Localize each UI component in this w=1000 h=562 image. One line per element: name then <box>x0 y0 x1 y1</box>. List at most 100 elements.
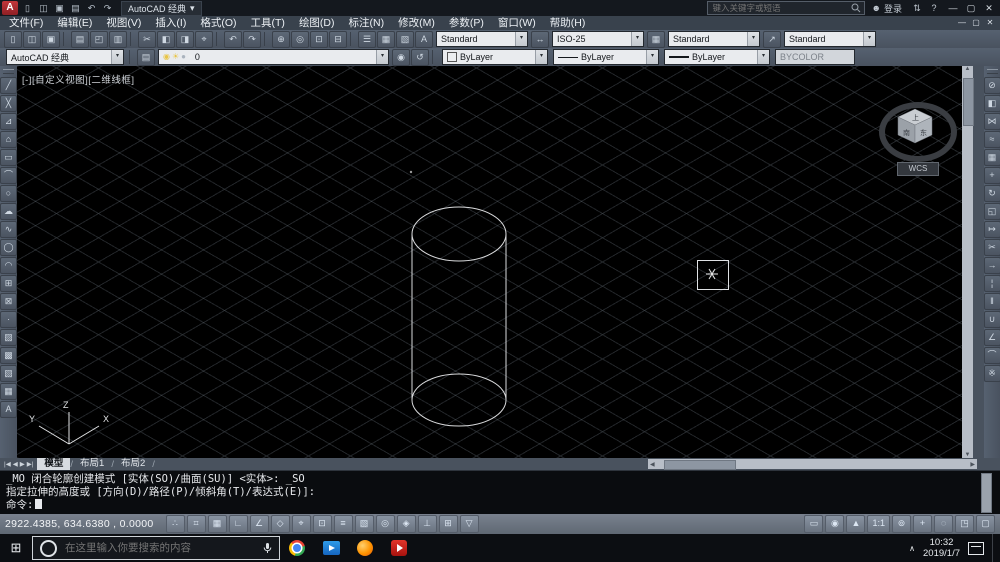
polygon-icon[interactable]: ⌂ <box>0 131 17 148</box>
next-tab-icon[interactable]: ▶ <box>20 460 25 468</box>
viewcube[interactable]: 上 南 东 <box>897 108 933 144</box>
tray-chevron-up-icon[interactable]: ∧ <box>909 544 915 553</box>
annotation-visibility-icon[interactable]: ◉ <box>825 515 845 533</box>
prev-tab-icon[interactable]: ◀ <box>13 460 18 468</box>
copy-clip-icon[interactable]: ◧ <box>157 30 175 48</box>
erase-icon[interactable]: ⊘ <box>983 77 1000 94</box>
microphone-icon[interactable] <box>263 542 272 554</box>
open-icon[interactable]: ◫ <box>23 30 41 48</box>
qat-save-icon[interactable]: ▣ <box>52 1 67 15</box>
chevron-down-icon[interactable]: ▾ <box>863 32 875 46</box>
chevron-down-icon[interactable]: ▾ <box>631 32 643 46</box>
command-input-line[interactable]: 命令: <box>6 499 994 512</box>
doc-close-icon[interactable]: ✕ <box>983 16 997 30</box>
fillet-icon[interactable]: ⌒ <box>983 347 1000 364</box>
properties-palette-icon[interactable]: ☰ <box>358 30 376 48</box>
firefox-taskbar-button[interactable] <box>348 534 382 562</box>
minimize-icon[interactable]: — <box>944 1 962 15</box>
layer-lock-icon[interactable]: ● <box>181 51 186 63</box>
rectangle-icon[interactable]: ▭ <box>0 149 17 166</box>
vertical-scroll-thumb[interactable] <box>963 78 974 126</box>
annotation-autoscale-icon[interactable]: ▲ <box>846 515 866 533</box>
3d-object-snap-icon[interactable]: ◈ <box>396 515 416 533</box>
join-icon[interactable]: ∪ <box>983 311 1000 328</box>
tab-模型[interactable]: 模型 <box>37 458 71 470</box>
menu-item[interactable]: 文件(F) <box>2 16 50 30</box>
stretch-icon[interactable]: ↦ <box>983 221 1000 238</box>
scale-icon[interactable]: ◱ <box>983 203 1000 220</box>
help-icon[interactable]: ? <box>926 1 942 15</box>
menu-item[interactable]: 格式(O) <box>193 16 243 30</box>
scroll-right-icon[interactable]: ▶ <box>970 461 975 468</box>
chevron-down-icon[interactable]: ▾ <box>646 50 658 64</box>
search-icon[interactable] <box>851 3 861 13</box>
transparency-icon[interactable]: ▧ <box>354 515 374 533</box>
dynamic-input-icon[interactable]: ⊞ <box>438 515 458 533</box>
model-space-icon[interactable]: ▭ <box>804 515 824 533</box>
hardware-acceleration-icon[interactable]: ◳ <box>955 515 974 533</box>
cortana-icon[interactable] <box>40 539 57 557</box>
dynamic-ucs-icon[interactable]: ⊥ <box>417 515 437 533</box>
toolbar-grip[interactable] <box>3 69 14 74</box>
table-style-icon[interactable]: ▦ <box>647 30 665 48</box>
arc-icon[interactable]: ⌒ <box>0 167 17 184</box>
save-icon[interactable]: ▣ <box>42 30 60 48</box>
doc-minimize-icon[interactable]: — <box>955 16 969 30</box>
tool-palettes-icon[interactable]: ▧ <box>396 30 414 48</box>
qat-open-icon[interactable]: ◫ <box>36 1 51 15</box>
qnew-icon[interactable]: ▯ <box>4 30 22 48</box>
qat-plot-icon[interactable]: ▤ <box>68 1 83 15</box>
undo-icon[interactable]: ↶ <box>224 30 242 48</box>
menu-item[interactable]: 编辑(E) <box>50 16 99 30</box>
lineweight-display-icon[interactable]: ≡ <box>333 515 353 533</box>
annotation-monitor-icon[interactable]: + <box>913 515 932 533</box>
menu-item[interactable]: 插入(I) <box>148 16 193 30</box>
extend-icon[interactable]: → <box>983 257 1000 274</box>
copy-icon[interactable]: ◧ <box>983 95 1000 112</box>
make-object-layer-current-icon[interactable]: ◉ <box>392 48 410 66</box>
clean-screen-icon[interactable]: ▢ <box>976 515 995 533</box>
redo-icon[interactable]: ↷ <box>243 30 261 48</box>
chevron-down-icon[interactable]: ▾ <box>747 32 759 46</box>
start-button[interactable]: ⊞ <box>0 534 32 562</box>
video-player-taskbar-button[interactable] <box>314 534 348 562</box>
qat-redo-icon[interactable]: ↷ <box>100 1 115 15</box>
action-center-icon[interactable] <box>968 541 984 555</box>
object-color-select[interactable]: ByLayer ▾ <box>442 49 548 65</box>
polar-tracking-icon[interactable]: ∠ <box>249 515 269 533</box>
polyline-icon[interactable]: ⊿ <box>0 113 17 130</box>
toolbar-grip[interactable] <box>986 69 998 74</box>
command-line-panel[interactable]: _MO 闭合轮廓创建模式 [实体(SO)/曲面(SU)] <实体>: _SO 指定… <box>0 470 1000 519</box>
grid-display-icon[interactable]: ▦ <box>207 515 227 533</box>
isometric-drafting-icon[interactable]: ◇ <box>270 515 290 533</box>
mirror-icon[interactable]: ⋈ <box>983 113 1000 130</box>
explode-icon[interactable]: ※ <box>983 365 1000 382</box>
design-center-icon[interactable]: ▦ <box>377 30 395 48</box>
snap-mode-icon[interactable]: ⌗ <box>186 515 206 533</box>
layer-properties-icon[interactable]: ▤ <box>137 48 155 66</box>
last-tab-icon[interactable]: ▶| <box>27 460 34 468</box>
signin-button[interactable]: ☻ 登录 <box>867 2 908 15</box>
line-icon[interactable]: ╱ <box>0 77 17 94</box>
make-block-icon[interactable]: ⊠ <box>0 293 17 310</box>
match-properties-icon[interactable]: ⌖ <box>195 30 213 48</box>
taskbar-search[interactable] <box>32 536 280 560</box>
ortho-mode-icon[interactable]: ∟ <box>228 515 248 533</box>
menu-item[interactable]: 窗口(W) <box>491 16 543 30</box>
first-tab-icon[interactable]: |◀ <box>4 460 11 468</box>
object-snap-icon[interactable]: ⊡ <box>312 515 332 533</box>
plot-icon[interactable]: ▤ <box>71 30 89 48</box>
region-icon[interactable]: ▧ <box>0 365 17 382</box>
spline-icon[interactable]: ∿ <box>0 221 17 238</box>
chevron-down-icon[interactable]: ▾ <box>376 50 388 64</box>
menu-item[interactable]: 视图(V) <box>99 16 148 30</box>
break-at-point-icon[interactable]: ¦ <box>983 275 1000 292</box>
zoom-realtime-icon[interactable]: ◎ <box>291 30 309 48</box>
chevron-down-icon[interactable]: ▾ <box>535 50 547 64</box>
plot-preview-icon[interactable]: ◰ <box>90 30 108 48</box>
ellipse-icon[interactable]: ◯ <box>0 239 17 256</box>
doc-restore-icon[interactable]: ▢ <box>969 16 983 30</box>
menu-item[interactable]: 绘图(D) <box>292 16 342 30</box>
layer-freeze-icon[interactable]: ☀ <box>172 51 179 63</box>
move-icon[interactable]: + <box>983 167 1000 184</box>
